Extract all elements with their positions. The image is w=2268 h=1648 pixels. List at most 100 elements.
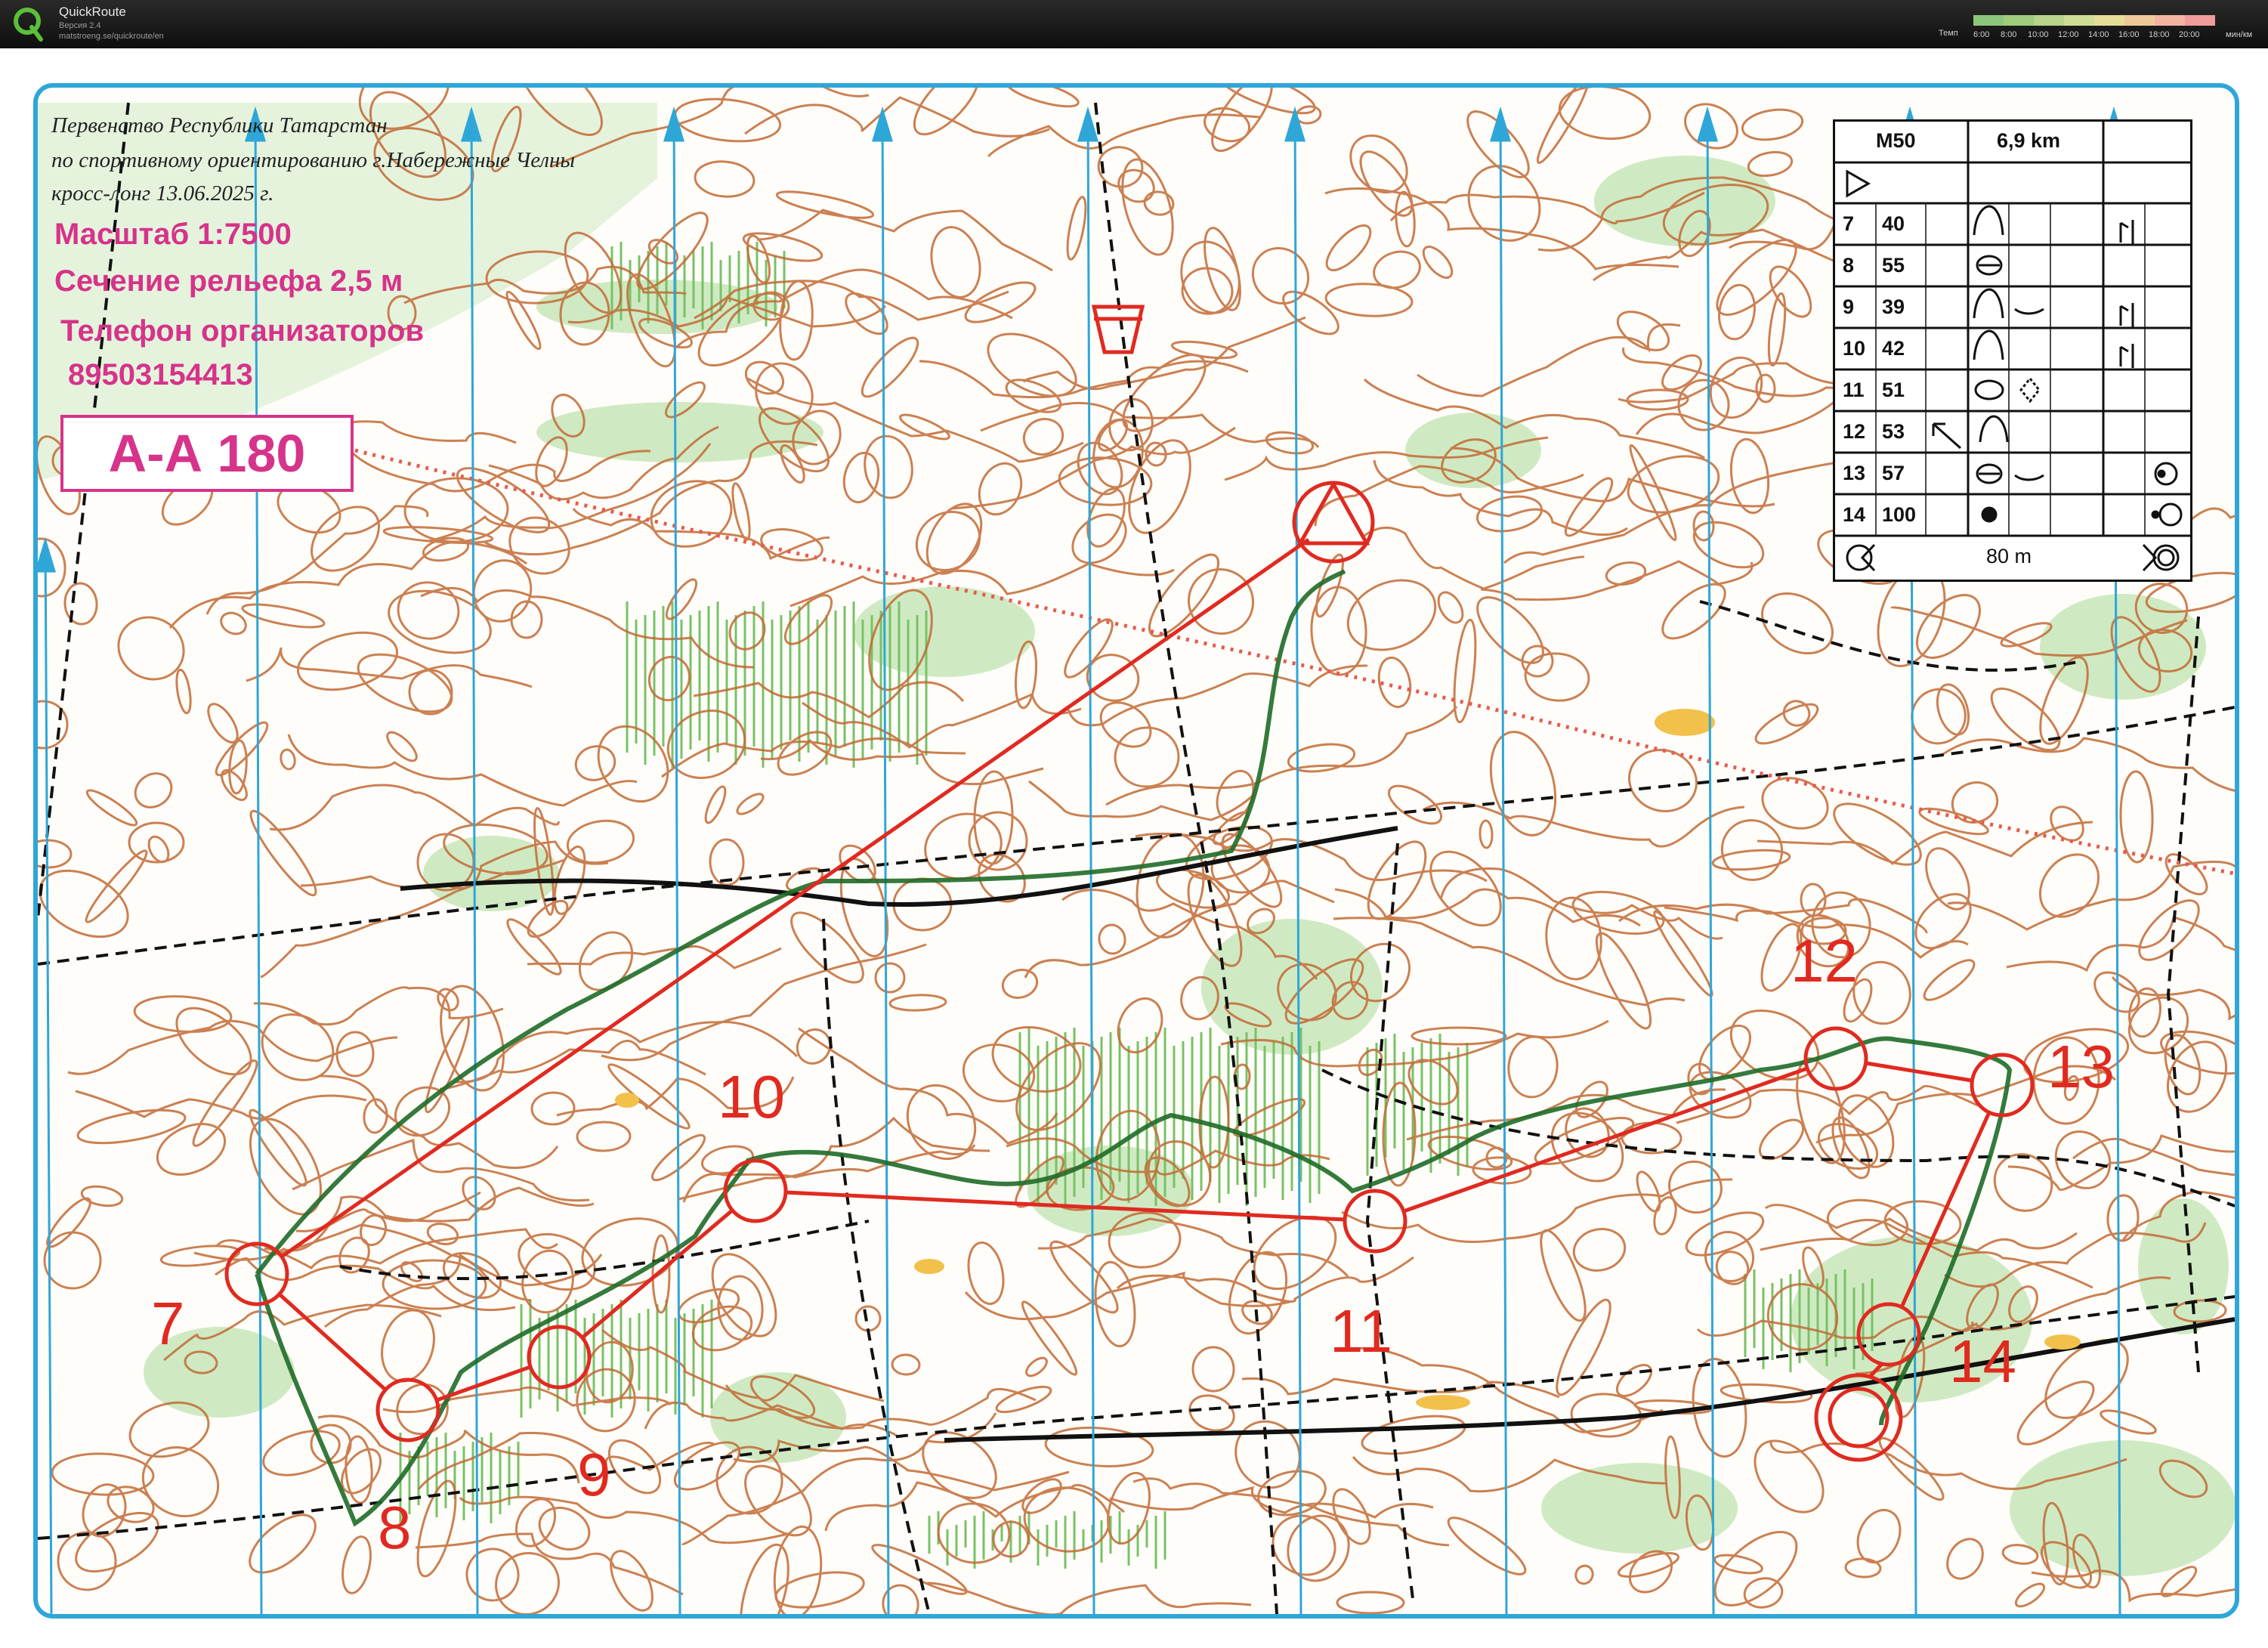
contour <box>647 656 691 701</box>
control-number: 7 <box>151 1290 185 1357</box>
north-line <box>881 110 890 1614</box>
north-arrow-icon <box>1696 106 1719 142</box>
contour <box>521 1249 574 1314</box>
contour <box>1916 594 1981 659</box>
contour <box>1265 431 1315 455</box>
contour <box>882 1584 919 1614</box>
contour <box>1336 1591 1405 1614</box>
contour <box>1540 1229 1587 1322</box>
north-west-corner-icon <box>1932 422 1961 450</box>
legend-swatch <box>2004 15 2034 26</box>
control-circle <box>527 1325 592 1390</box>
contour <box>906 1084 977 1161</box>
description-control-no: 9 <box>1843 295 1855 318</box>
legend-swatch <box>2094 15 2124 26</box>
north-arrow-icon <box>1284 106 1306 142</box>
contour <box>292 1139 590 1202</box>
control-number: 11 <box>1330 1297 1393 1365</box>
contour <box>262 1430 341 1476</box>
contour <box>530 1091 576 1126</box>
contour <box>1066 196 1087 261</box>
contour <box>861 336 919 398</box>
knoll-icon <box>1973 205 2004 236</box>
north-line <box>1293 110 1302 1614</box>
contour <box>1105 706 1458 806</box>
course-leg <box>1865 1061 1973 1083</box>
finish-circle-inner <box>1828 1387 1889 1449</box>
north-line <box>1499 110 1508 1614</box>
contour <box>1098 923 1126 955</box>
legend-swatch <box>2064 15 2094 26</box>
contour <box>1661 583 1726 640</box>
finish-distance: 80 m <box>1986 545 2032 567</box>
legend-unit: мин/км <box>2226 30 2253 39</box>
contour <box>711 1253 777 1337</box>
description-control-no: 14 <box>1843 503 1866 526</box>
organizer-phone-number: 89503154413 <box>68 358 253 391</box>
knoll-icon <box>1973 288 2004 319</box>
legend-tick: 16:00 <box>2118 30 2140 39</box>
control-number: 9 <box>577 1441 611 1508</box>
contour <box>1204 107 1250 143</box>
contour <box>1341 1178 1733 1243</box>
contour <box>39 869 129 938</box>
contour <box>1558 88 1652 141</box>
course-leg <box>1403 1066 1808 1214</box>
contour <box>1489 731 1557 836</box>
contour <box>1257 1470 1327 1517</box>
contour <box>576 1121 632 1152</box>
contour <box>508 516 570 575</box>
contour <box>382 526 494 544</box>
description-control-no: 13 <box>1843 462 1866 484</box>
contour <box>924 812 1003 880</box>
contour <box>597 725 669 803</box>
app-version: Версия 2.4 <box>59 21 101 30</box>
contour <box>397 581 460 640</box>
contour <box>693 681 965 719</box>
contour <box>1006 88 1080 108</box>
contour <box>978 462 1023 516</box>
legend-swatch <box>1973 15 2004 26</box>
north-arrow-icon <box>1489 106 1512 142</box>
event-title-line: кросс-лонг 13.06.2025 г. <box>51 181 274 206</box>
contour <box>249 1118 323 1216</box>
contour <box>665 578 698 620</box>
contour <box>1373 250 1421 289</box>
description-control-code: 57 <box>1882 462 1905 484</box>
contour <box>1595 932 1652 1030</box>
contour <box>1741 108 1804 141</box>
contour <box>420 586 755 669</box>
contour <box>1251 247 1310 305</box>
northwest-side-icon <box>2119 220 2134 244</box>
contour <box>874 962 906 994</box>
contour <box>995 1385 1052 1414</box>
description-control-no: 8 <box>1843 254 1855 277</box>
contour <box>1325 224 1372 272</box>
description-control-code: 55 <box>1882 254 1905 277</box>
contour <box>38 700 69 750</box>
contour <box>740 1543 789 1614</box>
contour <box>1844 1557 1882 1578</box>
control-number: 8 <box>378 1494 412 1561</box>
contour <box>296 631 399 691</box>
contour <box>913 88 981 136</box>
contour-interval: Сечение рельефа 2,5 м <box>54 264 403 298</box>
contour <box>1524 652 1590 702</box>
description-control-no: 11 <box>1843 379 1865 401</box>
contour <box>694 160 755 198</box>
knoll-icon <box>1973 329 2004 360</box>
contour <box>1023 316 1306 391</box>
description-control-code: 40 <box>1882 212 1905 235</box>
legend-swatch <box>2124 15 2155 26</box>
contour <box>1191 1346 1235 1393</box>
contour <box>1188 1394 1235 1432</box>
contour <box>2100 1409 2157 1435</box>
control-number: 13 <box>2047 1033 2115 1100</box>
app-url[interactable]: matstroeng.se/quickroute/en <box>59 32 164 41</box>
orienteering-map[interactable]: Первенство Республики Татарстан по спорт… <box>33 83 2239 1619</box>
contour <box>437 988 459 1012</box>
contour <box>601 943 927 1062</box>
between-icon <box>2019 376 2041 403</box>
contour <box>1211 88 1273 153</box>
contour <box>1001 969 1039 999</box>
